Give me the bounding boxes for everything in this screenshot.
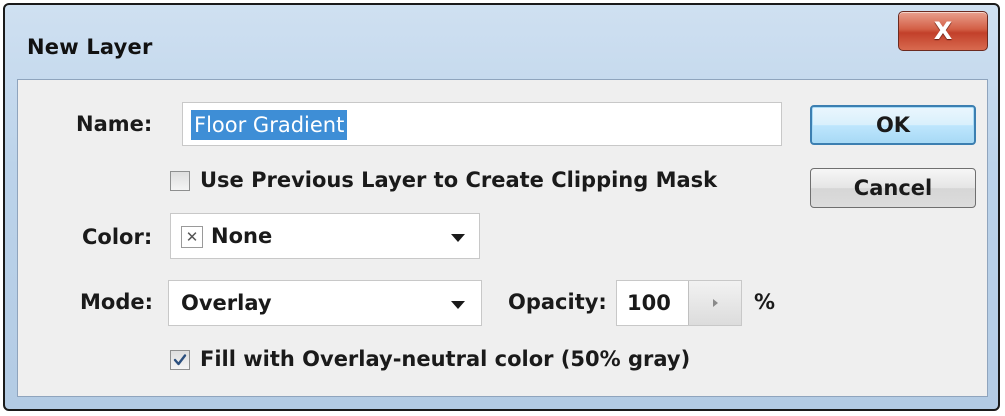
ok-button-label: OK — [875, 113, 911, 137]
close-icon: X — [933, 17, 953, 45]
name-input-value: Floor Gradient — [191, 110, 348, 140]
opacity-value: 100 — [627, 291, 671, 315]
no-color-icon: ✕ — [181, 226, 203, 248]
no-color-glyph: ✕ — [185, 227, 199, 246]
color-select[interactable]: ✕ None — [170, 213, 480, 259]
clipping-mask-checkbox[interactable] — [170, 171, 190, 191]
opacity-slider-button[interactable] — [688, 281, 741, 325]
name-label-text: Name: — [76, 112, 153, 136]
color-label: Color: — [82, 225, 152, 249]
name-input[interactable]: Floor Gradient — [182, 102, 782, 146]
color-label-text: Color: — [82, 225, 153, 249]
mode-select[interactable]: Overlay — [168, 280, 482, 326]
mode-select-value: Overlay — [181, 291, 272, 315]
fill-neutral-label[interactable]: Fill with Overlay-neutral color (50% gra… — [200, 347, 690, 371]
opacity-unit: % — [754, 290, 776, 314]
chevron-down-icon — [451, 234, 465, 242]
chevron-down-icon — [451, 301, 465, 309]
check-icon — [173, 354, 187, 366]
mode-label-text: Mode: — [80, 290, 153, 314]
name-label: Name: — [76, 112, 152, 136]
cancel-button-label: Cancel — [853, 176, 933, 200]
ok-button[interactable]: OK — [810, 105, 976, 145]
new-layer-dialog: New Layer X Name: Floor Gradient OK Canc… — [3, 3, 1000, 411]
dialog-title: New Layer — [27, 35, 153, 59]
chevron-right-icon — [712, 299, 718, 307]
clipping-mask-label[interactable]: Use Previous Layer to Create Clipping Ma… — [200, 168, 717, 192]
opacity-input[interactable]: 100 — [616, 280, 742, 326]
fill-neutral-checkbox[interactable] — [170, 350, 190, 370]
dialog-body: Name: Floor Gradient OK Cancel Use Previ… — [17, 79, 988, 397]
color-select-value: None — [211, 224, 273, 248]
mode-label: Mode: — [80, 290, 153, 314]
title-bar[interactable]: New Layer X — [5, 5, 998, 63]
cancel-button[interactable]: Cancel — [810, 168, 976, 208]
close-button[interactable]: X — [898, 11, 988, 51]
opacity-label: Opacity: — [508, 290, 607, 314]
